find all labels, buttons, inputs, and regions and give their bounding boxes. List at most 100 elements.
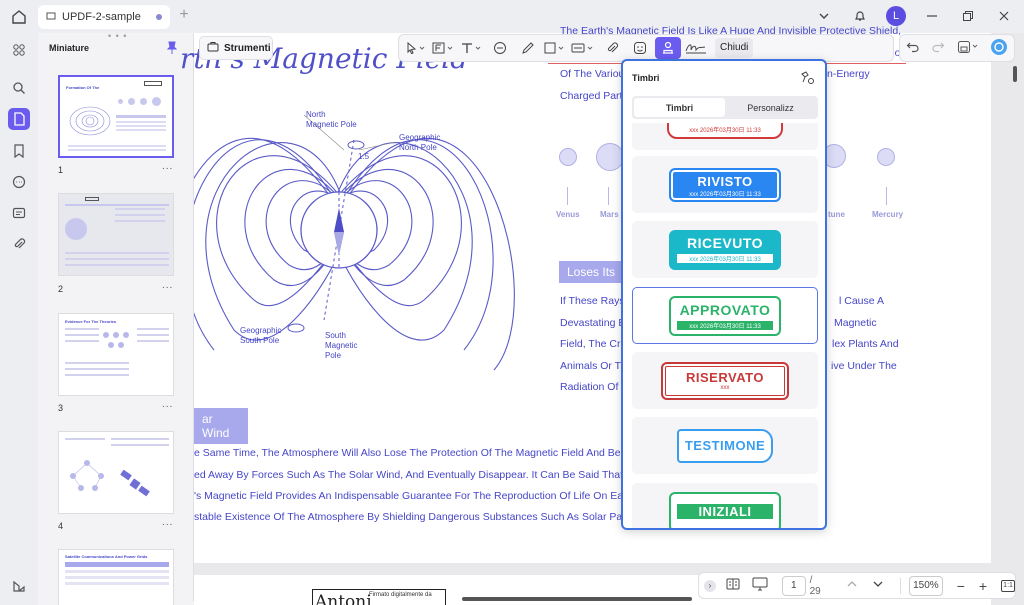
presentation-icon[interactable] bbox=[752, 577, 768, 594]
close-icon[interactable] bbox=[994, 6, 1014, 26]
stamp-settings-icon[interactable] bbox=[799, 70, 815, 86]
collapse-arrow-icon[interactable]: › bbox=[704, 579, 716, 592]
stamp-panel-title: Timbri bbox=[632, 73, 660, 83]
vertical-scrollbar[interactable] bbox=[1013, 66, 1017, 82]
thumb-1-line bbox=[116, 121, 166, 123]
thumb-3-dots bbox=[103, 332, 133, 352]
tab-stamps[interactable]: Timbri bbox=[634, 98, 725, 117]
tools-button[interactable]: Strumenti bbox=[199, 36, 273, 60]
page-2-more-button[interactable]: ... bbox=[162, 280, 173, 291]
page-thumbnail-2[interactable] bbox=[58, 193, 174, 276]
tab-custom[interactable]: Personalizz bbox=[725, 98, 816, 117]
highlight-tool-button[interactable] bbox=[571, 37, 597, 59]
stamp-item[interactable]: INIZIALI bbox=[632, 483, 818, 528]
new-tab-button[interactable]: + bbox=[176, 7, 192, 23]
pin-icon[interactable] bbox=[166, 41, 178, 55]
zoom-out-icon[interactable]: − bbox=[957, 578, 965, 594]
thumb-4-line bbox=[111, 444, 169, 446]
home-icon[interactable] bbox=[8, 6, 30, 28]
stamp-item[interactable]: xxx 2026年03月30日 11:33 bbox=[632, 123, 818, 150]
comment-tool-button[interactable] bbox=[487, 37, 513, 59]
signature-tool-button[interactable] bbox=[683, 37, 709, 59]
thumb-4-line bbox=[65, 438, 105, 440]
page-thumbnail-3[interactable]: Evidence For The Theories bbox=[58, 313, 174, 396]
layers-icon[interactable] bbox=[8, 575, 30, 597]
page-thumbnail-4[interactable] bbox=[58, 431, 174, 514]
page-number-1: 1 bbox=[58, 165, 64, 175]
stamp-item[interactable]: RIVISTO xxx 2026年03月30日 11:33 bbox=[632, 156, 818, 213]
ai-assistant-icon[interactable] bbox=[990, 38, 1008, 59]
attach-tool-button[interactable] bbox=[599, 37, 625, 59]
unsaved-dot-icon bbox=[156, 14, 162, 20]
shape-tool-button[interactable] bbox=[543, 37, 569, 59]
stamp-item[interactable]: RISERVATO xxx bbox=[632, 352, 818, 409]
stamp-label: TESTIMONE bbox=[684, 437, 766, 453]
thumb-2-box bbox=[85, 197, 99, 201]
thumbnails-icon[interactable] bbox=[8, 108, 30, 130]
document-tab[interactable]: UPDF-2-sample bbox=[38, 5, 170, 29]
bell-icon[interactable] bbox=[850, 6, 870, 26]
comments-icon[interactable] bbox=[8, 171, 30, 193]
chevron-down-icon[interactable] bbox=[814, 6, 834, 26]
text-tool-button[interactable] bbox=[459, 37, 485, 59]
planet-tick bbox=[608, 187, 609, 205]
page-number-3: 3 bbox=[58, 403, 64, 413]
fit-page-icon[interactable]: 1:1 bbox=[1001, 579, 1015, 592]
text-line: Field, The Cre bbox=[560, 338, 627, 350]
page-1-more-button[interactable]: ... bbox=[162, 161, 173, 172]
sticker-tool-button[interactable] bbox=[627, 37, 653, 59]
thumb-3-line bbox=[65, 328, 99, 330]
page-number-2: 2 bbox=[58, 284, 64, 294]
zoom-in-icon[interactable]: + bbox=[979, 578, 987, 594]
page-3-more-button[interactable]: ... bbox=[162, 399, 173, 410]
stamp-approvato: APPROVATO xxx 2026年03月30日 11:33 bbox=[669, 295, 781, 336]
user-avatar[interactable]: L bbox=[886, 6, 906, 26]
search-icon[interactable] bbox=[8, 77, 30, 99]
stamp-tool-button[interactable] bbox=[655, 37, 681, 59]
reading-mode-icon[interactable] bbox=[726, 578, 740, 593]
page-number-input[interactable]: 1 bbox=[781, 575, 806, 596]
stamp-tabs: Timbri Personalizz bbox=[632, 96, 818, 119]
bookmark-icon[interactable] bbox=[8, 140, 30, 162]
prev-page-icon[interactable] bbox=[846, 579, 858, 592]
form-icon[interactable] bbox=[8, 202, 30, 224]
annotation-toolbar: Chiudi bbox=[398, 34, 894, 62]
zoom-level-input[interactable]: 150% bbox=[909, 575, 943, 596]
undo-icon[interactable] bbox=[906, 40, 920, 57]
thumb-1-line bbox=[68, 149, 166, 151]
pen-tool-button[interactable] bbox=[515, 37, 541, 59]
thumb-2-line bbox=[65, 204, 169, 206]
page-total: / 29 bbox=[809, 574, 821, 597]
stamp-item[interactable]: RICEVUTO xxx 2026年03月30日 11:33 bbox=[632, 221, 818, 278]
select-tool-button[interactable] bbox=[403, 37, 429, 59]
page-thumbnail-1[interactable]: Formation Of The bbox=[58, 75, 174, 158]
signature-box[interactable]: Antoni Firmato digitalmente da bbox=[312, 589, 446, 605]
panel-grip[interactable]: • • • bbox=[108, 31, 127, 41]
stamp-label: RISERVATO bbox=[686, 369, 764, 385]
thumb-1-line bbox=[116, 125, 166, 127]
thumb-3-line bbox=[65, 374, 129, 376]
attachment-icon[interactable] bbox=[8, 233, 30, 255]
minimize-icon[interactable] bbox=[922, 6, 942, 26]
thumb-1-line bbox=[116, 129, 166, 131]
next-page-icon[interactable] bbox=[872, 579, 884, 592]
redo-icon[interactable] bbox=[931, 40, 945, 57]
save-icon[interactable] bbox=[957, 40, 979, 57]
text-line: l Cause A bbox=[839, 295, 884, 307]
document-icon bbox=[46, 11, 56, 24]
stamp-item[interactable]: TESTIMONE bbox=[632, 417, 818, 474]
tab-title: UPDF-2-sample bbox=[62, 11, 141, 23]
restore-icon[interactable] bbox=[958, 6, 978, 26]
textbox-tool-button[interactable] bbox=[431, 37, 457, 59]
stamp-item-selected[interactable]: APPROVATO xxx 2026年03月30日 11:33 bbox=[632, 287, 818, 344]
close-toolbar-button[interactable]: Chiudi bbox=[715, 38, 754, 58]
stamp-label: APPROVATO bbox=[679, 301, 771, 318]
text-line: Animals Or Ti bbox=[560, 360, 624, 372]
grid-icon[interactable] bbox=[8, 39, 30, 61]
horizontal-scrollbar[interactable] bbox=[462, 597, 692, 601]
page-thumbnail-5[interactable]: Satellite Communications And Power Grids bbox=[58, 549, 174, 605]
page-4-more-button[interactable]: ... bbox=[162, 517, 173, 528]
text-line: 's Magnetic Field Provides An Indispensa… bbox=[194, 490, 622, 502]
thumb-1-title: Formation Of The bbox=[66, 85, 100, 90]
text-line: Devastating E bbox=[560, 317, 626, 329]
